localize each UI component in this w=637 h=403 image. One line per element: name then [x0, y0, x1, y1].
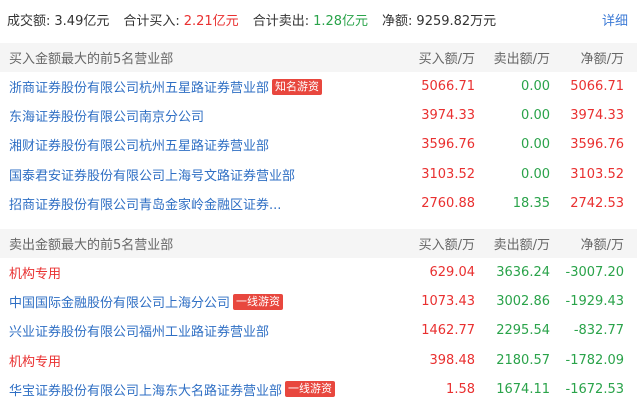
- buy-amount: 629.04: [429, 265, 476, 281]
- sell-section-header: 卖出金额最大的前5名营业部 买入额/万 卖出额/万 净额/万: [0, 229, 637, 258]
- buy-section: 买入金额最大的前5名营业部 买入额/万 卖出额/万 净额/万 浙商证券股份有限公…: [0, 43, 637, 218]
- broker-cell: 东海证券股份有限公司南京分公司: [0, 106, 395, 125]
- total-buy-label: 合计买入:: [123, 13, 180, 29]
- broker-name-link[interactable]: 中国国际金融股份有限公司上海分公司: [9, 292, 230, 311]
- detail-link[interactable]: 详细: [602, 10, 628, 29]
- col-header-buy: 买入额/万: [418, 238, 475, 253]
- sell-amount: 1674.11: [496, 381, 550, 397]
- buy-amount: 3596.76: [421, 137, 475, 153]
- net-amount: 3103.52: [570, 166, 624, 182]
- trader-tag-badge: 一线游资: [285, 381, 336, 398]
- table-row[interactable]: 华宝证券股份有限公司上海东大名路证券营业部 一线游资 1.58 1674.11 -167…: [0, 375, 637, 403]
- buy-amount: 1.58: [446, 381, 475, 397]
- net-amount: -832.77: [573, 323, 624, 339]
- broker-cell: 招商证券股份有限公司青岛金家岭金融区证券...: [0, 194, 395, 213]
- broker-cell: 中国国际金融股份有限公司上海分公司 一线游资: [0, 292, 395, 311]
- table-row[interactable]: 机构专用 629.04 3636.24 -3007.20: [0, 258, 637, 287]
- sell-amount: 18.35: [512, 195, 550, 211]
- sell-amount: 2295.54: [496, 323, 550, 339]
- broker-cell: 湘财证券股份有限公司杭州五星路证券营业部: [0, 135, 395, 154]
- broker-name-link[interactable]: 华宝证券股份有限公司上海东大名路证券营业部: [9, 380, 282, 399]
- net-amount: -1929.43: [565, 294, 624, 310]
- buy-amount: 1462.77: [421, 323, 475, 339]
- table-row[interactable]: 浙商证券股份有限公司杭州五星路证券营业部 知名游资 5066.71 0.00 5066.…: [0, 72, 637, 101]
- col-header-sell: 卖出额/万: [493, 52, 550, 67]
- sell-amount: 0.00: [521, 79, 550, 95]
- sell-section: 卖出金额最大的前5名营业部 买入额/万 卖出额/万 净额/万 机构专用 629.0…: [0, 229, 637, 403]
- buy-section-title: 买入金额最大的前5名营业部: [9, 52, 174, 67]
- table-row[interactable]: 东海证券股份有限公司南京分公司 3974.33 0.00 3974.33: [0, 101, 637, 130]
- broker-name-link[interactable]: 东海证券股份有限公司南京分公司: [9, 106, 204, 125]
- table-row[interactable]: 国泰君安证券股份有限公司上海号文路证券营业部 3103.52 0.00 3103.52: [0, 160, 637, 189]
- net-amount: -1782.09: [565, 352, 624, 368]
- table-row[interactable]: 招商证券股份有限公司青岛金家岭金融区证券... 2760.88 18.35 2742.…: [0, 189, 637, 218]
- broker-name-link[interactable]: 湘财证券股份有限公司杭州五星路证券营业部: [9, 135, 269, 154]
- trader-tag-badge: 一线游资: [233, 293, 284, 310]
- broker-cell: 机构专用: [0, 263, 395, 282]
- turnover-label: 成交额:: [7, 13, 51, 29]
- turnover-value: 3.49亿元: [54, 13, 110, 29]
- broker-name: 机构专用: [9, 267, 62, 283]
- summary-bar: 成交额: 3.49亿元 合计买入: 2.21亿元 合计卖出: 1.28亿元 净额…: [0, 0, 637, 38]
- table-row[interactable]: 机构专用 398.48 2180.57 -1782.09: [0, 346, 637, 375]
- buy-amount: 2760.88: [421, 195, 475, 211]
- net-value: 9259.82万元: [416, 13, 497, 29]
- net-label: 净额:: [382, 13, 413, 29]
- net-amount: 2742.53: [570, 195, 624, 211]
- broker-cell: 兴业证券股份有限公司福州工业路证券营业部: [0, 321, 395, 340]
- broker-name: 机构专用: [9, 354, 62, 370]
- sell-amount: 0.00: [521, 108, 550, 124]
- net-amount: -3007.20: [565, 265, 624, 281]
- table-row[interactable]: 兴业证券股份有限公司福州工业路证券营业部 1462.77 2295.54 -832.7…: [0, 316, 637, 345]
- net-amount: 5066.71: [570, 79, 624, 95]
- net-amount: 3974.33: [570, 108, 624, 124]
- col-header-sell: 卖出额/万: [493, 238, 550, 253]
- sell-amount: 3636.24: [496, 265, 550, 281]
- buy-amount: 1073.43: [421, 294, 475, 310]
- table-row[interactable]: 中国国际金融股份有限公司上海分公司 一线游资 1073.43 3002.86 -1929…: [0, 287, 637, 316]
- col-header-buy: 买入额/万: [418, 52, 475, 67]
- trader-tag-badge: 知名游资: [272, 78, 323, 95]
- total-buy-value: 2.21亿元: [183, 13, 239, 29]
- col-header-net: 净额/万: [580, 238, 624, 253]
- broker-name-link[interactable]: 兴业证券股份有限公司福州工业路证券营业部: [9, 321, 269, 340]
- buy-amount: 5066.71: [421, 79, 475, 95]
- buy-rows: 浙商证券股份有限公司杭州五星路证券营业部 知名游资 5066.71 0.00 5066.…: [0, 72, 637, 218]
- broker-cell: 国泰君安证券股份有限公司上海号文路证券营业部: [0, 165, 395, 184]
- broker-name-link[interactable]: 招商证券股份有限公司青岛金家岭金融区证券...: [9, 194, 281, 213]
- broker-name-link[interactable]: 国泰君安证券股份有限公司上海号文路证券营业部: [9, 165, 295, 184]
- broker-cell: 华宝证券股份有限公司上海东大名路证券营业部 一线游资: [0, 380, 395, 399]
- broker-name-link[interactable]: 浙商证券股份有限公司杭州五星路证券营业部: [9, 77, 269, 96]
- net-amount: 3596.76: [570, 137, 624, 153]
- col-header-net: 净额/万: [580, 52, 624, 67]
- buy-amount: 398.48: [429, 352, 476, 368]
- buy-amount: 3103.52: [421, 166, 475, 182]
- sell-amount: 2180.57: [496, 352, 550, 368]
- sell-amount: 3002.86: [496, 294, 550, 310]
- sell-amount: 0.00: [521, 137, 550, 153]
- sell-section-title: 卖出金额最大的前5名营业部: [9, 238, 174, 253]
- broker-cell: 浙商证券股份有限公司杭州五星路证券营业部 知名游资: [0, 77, 395, 96]
- net-amount: -1672.53: [565, 381, 624, 397]
- sell-rows: 机构专用 629.04 3636.24 -3007.20 中国国际金融股份有限公司上海分…: [0, 258, 637, 403]
- broker-cell: 机构专用: [0, 351, 395, 370]
- buy-amount: 3974.33: [421, 108, 475, 124]
- total-sell-label: 合计卖出:: [252, 13, 310, 29]
- buy-section-header: 买入金额最大的前5名营业部 买入额/万 卖出额/万 净额/万: [0, 43, 637, 72]
- table-row[interactable]: 湘财证券股份有限公司杭州五星路证券营业部 3596.76 0.00 3596.76: [0, 130, 637, 159]
- total-sell-value: 1.28亿元: [313, 13, 369, 29]
- sell-amount: 0.00: [521, 166, 550, 182]
